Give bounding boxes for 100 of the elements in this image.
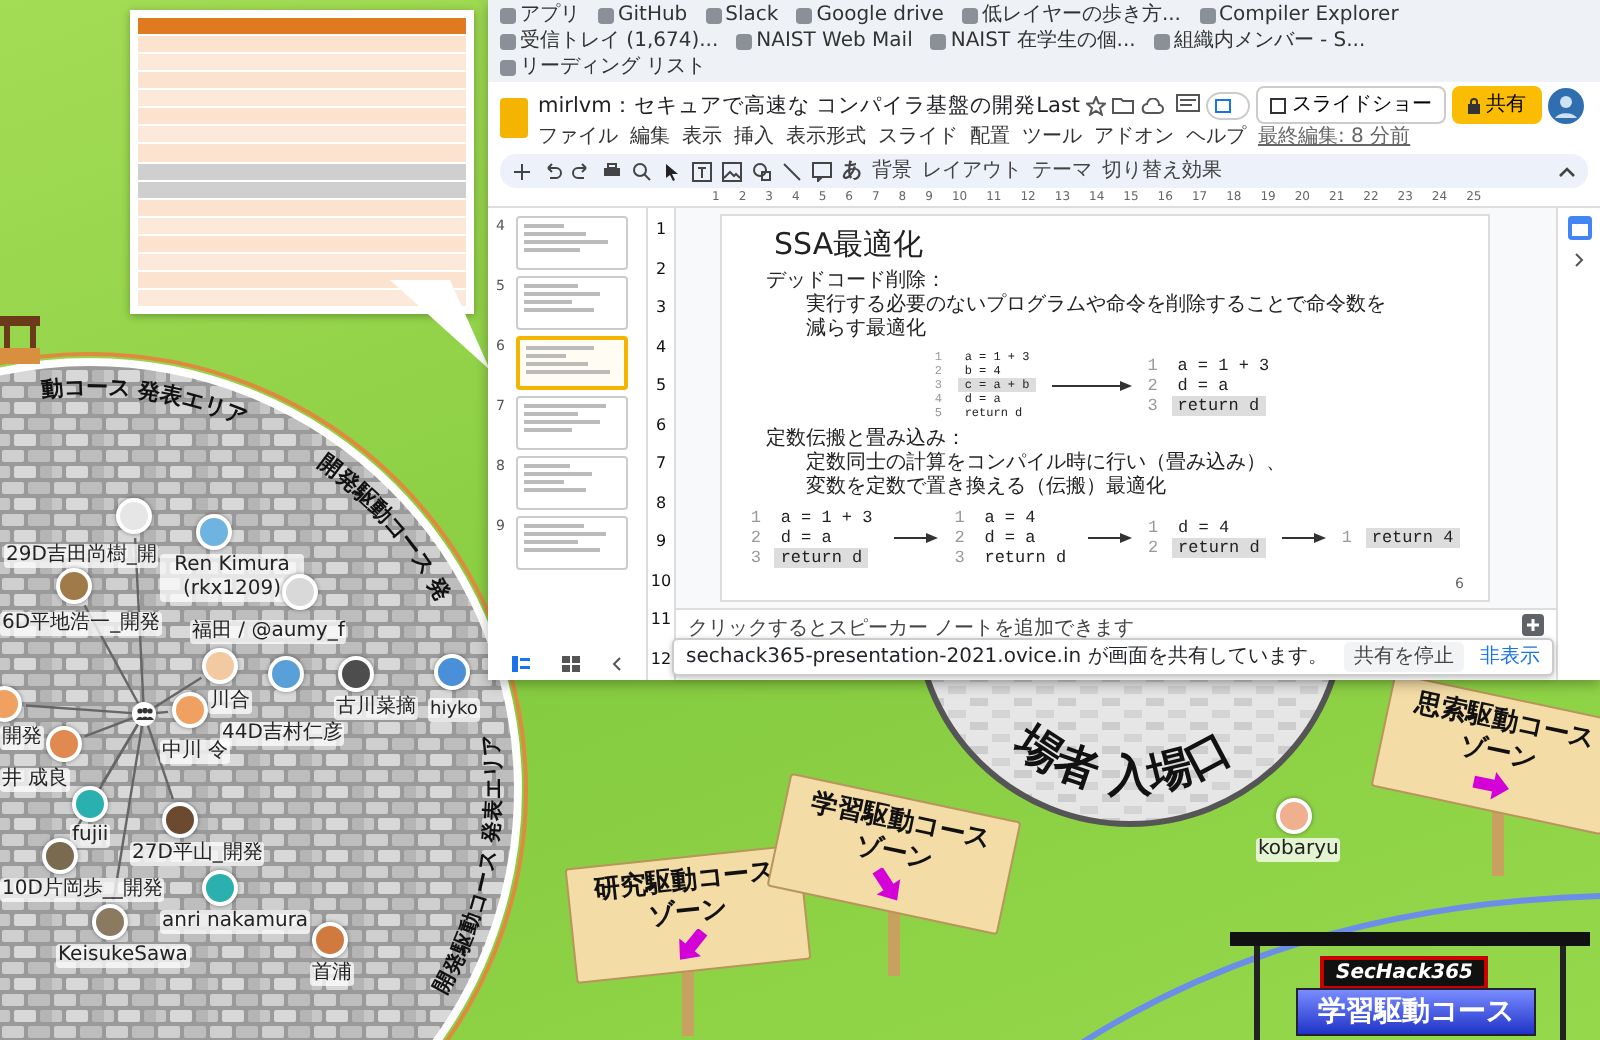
bookmark-link[interactable]: GitHub bbox=[618, 2, 688, 28]
menu-item[interactable]: アドオン bbox=[1094, 124, 1174, 150]
line-number: 3 bbox=[1147, 395, 1160, 415]
arrow-icon bbox=[1281, 532, 1326, 544]
slide-thumbnail[interactable] bbox=[516, 276, 628, 330]
user-name: Ren Kimura (rkx1209) bbox=[160, 554, 304, 602]
ruler-number: 8 bbox=[655, 493, 667, 512]
line-number: 1 bbox=[954, 508, 967, 528]
calendar-icon[interactable] bbox=[1567, 216, 1591, 240]
slide-text: 変数を定数で置き換える（伝搬）最適化 bbox=[804, 476, 1168, 500]
bookmark-link[interactable]: 低レイヤーの歩き方... bbox=[981, 2, 1181, 28]
menu-item[interactable]: 表示 bbox=[682, 124, 722, 150]
share-button[interactable]: 共有 bbox=[1452, 86, 1543, 124]
user-name: hiyko bbox=[428, 698, 480, 722]
share-message: sechack365-presentation-2021.ovice.in が画面を共有しています。 bbox=[686, 643, 1328, 672]
bookmark-link[interactable]: NAIST 在学生の個... bbox=[950, 28, 1136, 54]
section-heading: 定数伝搬と畳み込み： bbox=[766, 428, 968, 451]
menu-item[interactable]: スライド bbox=[878, 124, 958, 150]
slide-thumbnail[interactable] bbox=[516, 396, 628, 450]
bookmark-link[interactable]: 組織内メンバー - S... bbox=[1173, 28, 1366, 54]
slide-thumbnail[interactable] bbox=[516, 336, 628, 390]
collapse-panel-icon[interactable] bbox=[612, 656, 622, 672]
toolbar-button[interactable]: レイアウト bbox=[922, 156, 1022, 186]
bookmark-link[interactable]: Google drive bbox=[816, 2, 944, 28]
arrow-icon bbox=[1051, 379, 1132, 391]
line-number: 2 bbox=[750, 528, 763, 548]
bookmark-link[interactable]: Compiler Explorer bbox=[1219, 2, 1399, 28]
image-icon[interactable] bbox=[722, 161, 742, 181]
slideshow-button[interactable]: スライドショー bbox=[1256, 86, 1447, 124]
menu-item[interactable]: ツール bbox=[1022, 124, 1082, 150]
folder-icon[interactable] bbox=[1112, 96, 1135, 114]
undo-icon[interactable] bbox=[542, 161, 562, 181]
ruler-number: 9 bbox=[655, 532, 667, 551]
bookmark-link[interactable]: Slack bbox=[725, 2, 779, 28]
cloud-icon[interactable] bbox=[1140, 97, 1165, 113]
section-heading: デッドコード削除： bbox=[766, 270, 948, 293]
user-name: 10D片岡歩__開発 bbox=[0, 878, 165, 902]
user-name: 27D平山_開発 bbox=[130, 842, 265, 866]
filmstrip-view-icon[interactable] bbox=[512, 656, 530, 672]
menu-item[interactable]: 編集 bbox=[630, 124, 670, 150]
ruler-number: 1 bbox=[655, 220, 667, 238]
toolbar-button[interactable]: テーマ bbox=[1032, 156, 1092, 186]
bookmark-link[interactable]: アプリ bbox=[520, 2, 580, 28]
document-title[interactable]: mirlvm：セキュアで高速な コンパイラ基盤の開発Last bbox=[538, 91, 1081, 119]
grid-view-icon[interactable] bbox=[562, 656, 580, 672]
collapse-icon[interactable] bbox=[1558, 165, 1576, 177]
area-label: 開発駆動コース 発 bbox=[313, 449, 456, 605]
redo-icon[interactable] bbox=[572, 161, 592, 181]
line-icon[interactable] bbox=[782, 161, 802, 181]
line-number: 2 bbox=[954, 528, 967, 548]
toolbar-button[interactable]: 切り替え効果 bbox=[1102, 156, 1222, 186]
slide-canvas[interactable] bbox=[720, 214, 1490, 602]
zoom-icon[interactable] bbox=[632, 161, 652, 181]
slide-thumbnail[interactable] bbox=[516, 456, 628, 510]
slide-thumbnail[interactable] bbox=[516, 216, 628, 270]
star-icon[interactable] bbox=[1086, 95, 1107, 115]
slide-text: 定数同士の計算をコンパイル時に行い（畳み込み）、 bbox=[804, 452, 1288, 475]
hide-button[interactable]: 非表示 bbox=[1479, 642, 1540, 672]
lock-icon bbox=[1468, 97, 1481, 113]
cursor-icon[interactable] bbox=[662, 161, 682, 181]
plus-icon[interactable] bbox=[512, 161, 532, 181]
comment-icon[interactable] bbox=[812, 161, 832, 181]
account-avatar[interactable] bbox=[1548, 87, 1585, 123]
area-label: 動コース 発表エリア bbox=[39, 373, 251, 431]
slide-thumbnail[interactable] bbox=[516, 516, 628, 570]
line-number: 1 bbox=[1147, 355, 1160, 375]
input-mode-button[interactable]: あ bbox=[842, 156, 862, 186]
last-edit-link[interactable]: 最終編集: 8 分前 bbox=[1258, 124, 1411, 150]
menu-item[interactable]: ヘルプ bbox=[1186, 124, 1246, 150]
ruler-number: 10 bbox=[650, 571, 672, 590]
bookmark-link[interactable]: NAIST Web Mail bbox=[756, 28, 913, 54]
user-name: 中川 令 bbox=[160, 740, 231, 764]
present-icon[interactable] bbox=[1206, 91, 1251, 119]
menu-item[interactable]: ファイル bbox=[538, 124, 618, 150]
menu-item[interactable]: 配置 bbox=[970, 124, 1010, 150]
add-icon[interactable] bbox=[1522, 614, 1544, 636]
bookmark-link[interactable]: 受信トレイ (1,674)... bbox=[520, 28, 719, 54]
user-name: KeisukeSawa bbox=[56, 944, 190, 968]
speaker-notes-field[interactable]: クリックするとスピーカー ノートを追加できます bbox=[688, 614, 1135, 644]
code-line: d = 4 bbox=[1176, 518, 1232, 538]
chevron-icon[interactable] bbox=[1573, 252, 1585, 268]
entrance-label: 場者 入場口 bbox=[1006, 716, 1240, 802]
arrow-icon bbox=[894, 532, 939, 544]
comment-icon[interactable] bbox=[1176, 94, 1201, 116]
stop-sharing-button[interactable]: 共有を停止 bbox=[1343, 642, 1464, 672]
line-number: 1 bbox=[750, 508, 763, 528]
menu-item[interactable]: 挿入 bbox=[734, 124, 774, 150]
bookmark-link[interactable]: リーディング リスト bbox=[520, 54, 707, 80]
code-line: d = a bbox=[1175, 375, 1231, 395]
code-line: a = 4 bbox=[982, 508, 1038, 528]
line-number: 2 bbox=[1148, 538, 1161, 558]
line-number: 1 bbox=[1148, 518, 1161, 538]
ruler-number: 12 bbox=[650, 649, 672, 668]
print-icon[interactable] bbox=[602, 161, 622, 181]
textbox-icon[interactable] bbox=[692, 161, 712, 181]
line-number: 1 bbox=[1341, 528, 1354, 548]
toolbar-button[interactable]: 背景 bbox=[872, 156, 912, 186]
menu-item[interactable]: 表示形式 bbox=[786, 124, 866, 150]
shape-icon[interactable] bbox=[752, 161, 772, 181]
user-name: kobaryu bbox=[1256, 838, 1341, 862]
